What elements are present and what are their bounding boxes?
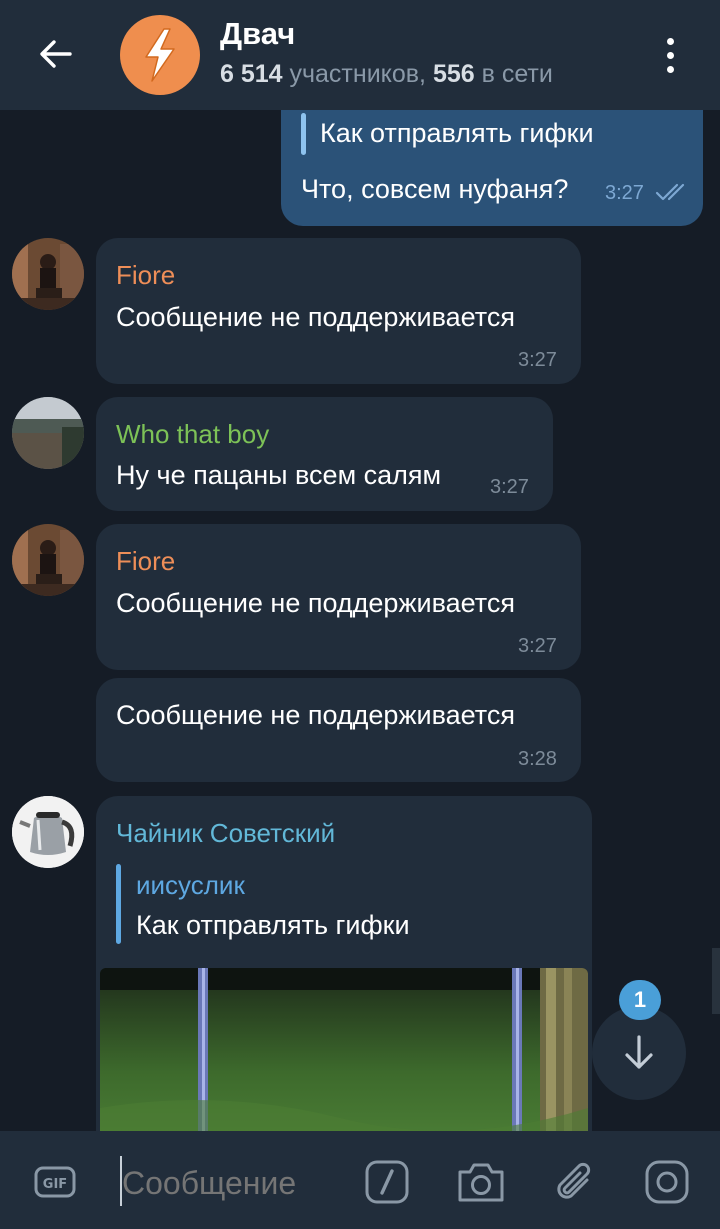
message-text: Что, совсем нуфаня?: [301, 174, 569, 204]
reply-bar: [301, 113, 306, 155]
message-text: Сообщение не поддерживается: [116, 302, 515, 332]
chat-header: Двач 6 514 участников, 556 в сети: [0, 0, 720, 110]
message-bubble[interactable]: Who that boy Ну че пацаны всем салям 3:2…: [96, 397, 553, 511]
bot-commands-button[interactable]: [362, 1157, 412, 1207]
chat-avatar[interactable]: [120, 15, 200, 95]
members-label: участников,: [282, 60, 433, 88]
scroll-to-bottom-button[interactable]: [592, 1006, 686, 1100]
message-bubble[interactable]: Чайник Советский иисуслик Как отправлять…: [96, 796, 592, 1131]
sender-name[interactable]: Чайник Советский: [116, 818, 335, 849]
back-arrow-icon: [40, 40, 72, 68]
sender-name[interactable]: Fiore: [116, 546, 175, 577]
message-list[interactable]: Как отправлять гифки Что, совсем нуфаня?…: [0, 110, 720, 1131]
slash-command-icon: [365, 1160, 409, 1204]
more-menu-button[interactable]: [648, 30, 692, 80]
message-text: Сообщение не поддерживается: [116, 588, 515, 618]
online-count: 556: [432, 60, 475, 88]
svg-text:GIF: GIF: [43, 1177, 67, 1192]
message-time: 3:28: [518, 748, 557, 770]
online-label: в сети: [474, 60, 553, 88]
reply-text: Как отправлять гифки: [320, 118, 594, 148]
record-video-icon: [645, 1160, 689, 1204]
attach-button[interactable]: [550, 1157, 600, 1207]
message-input-bar: GIF: [0, 1131, 720, 1229]
message-time: 3:27: [518, 349, 557, 371]
avatar-fiore[interactable]: [12, 238, 84, 310]
sender-name[interactable]: Who that boy: [116, 419, 269, 450]
more-vert-icon: [666, 37, 674, 73]
unread-badge[interactable]: 1: [619, 980, 661, 1020]
chat-title[interactable]: Двач: [220, 16, 295, 52]
avatar-chainik[interactable]: [12, 796, 84, 868]
gif-icon: GIF: [34, 1166, 76, 1198]
scrollbar-indicator[interactable]: [712, 948, 720, 1014]
gif-button[interactable]: GIF: [30, 1157, 80, 1207]
gif-media[interactable]: [100, 968, 588, 1131]
message-time: 3:27: [518, 635, 557, 657]
message-bubble[interactable]: Fiore Сообщение не поддерживается 3:27: [96, 238, 581, 384]
avatar-who-that-boy[interactable]: [12, 397, 84, 469]
reply-bar: [116, 864, 121, 944]
members-count: 6 514: [220, 60, 283, 88]
message-bubble[interactable]: Fiore Сообщение не поддерживается 3:27: [96, 524, 581, 670]
reply-text: Как отправлять гифки: [136, 910, 410, 940]
camera-icon: [458, 1163, 504, 1202]
avatar-fiore[interactable]: [12, 524, 84, 596]
message-time: 3:27: [490, 476, 529, 498]
chat-subtitle: 6 514 участников, 556 в сети: [220, 60, 553, 89]
attach-icon: [557, 1162, 591, 1199]
message-bubble[interactable]: Сообщение не поддерживается 3:28: [96, 678, 581, 782]
message-time: 3:27: [605, 182, 644, 204]
reply-sender[interactable]: иисуслик: [136, 870, 245, 901]
message-input[interactable]: [122, 1163, 352, 1203]
lightning-icon: [145, 28, 175, 82]
record-video-button[interactable]: [642, 1157, 692, 1207]
message-text: Ну че пацаны всем салям: [116, 460, 442, 490]
message-text: Сообщение не поддерживается: [116, 700, 515, 730]
sender-name[interactable]: Fiore: [116, 260, 175, 291]
back-button[interactable]: [24, 22, 88, 86]
camera-button[interactable]: [456, 1157, 506, 1207]
arrow-down-icon: [625, 1035, 653, 1069]
double-check-icon: [655, 183, 685, 201]
message-outgoing[interactable]: Как отправлять гифки Что, совсем нуфаня?…: [281, 110, 703, 226]
